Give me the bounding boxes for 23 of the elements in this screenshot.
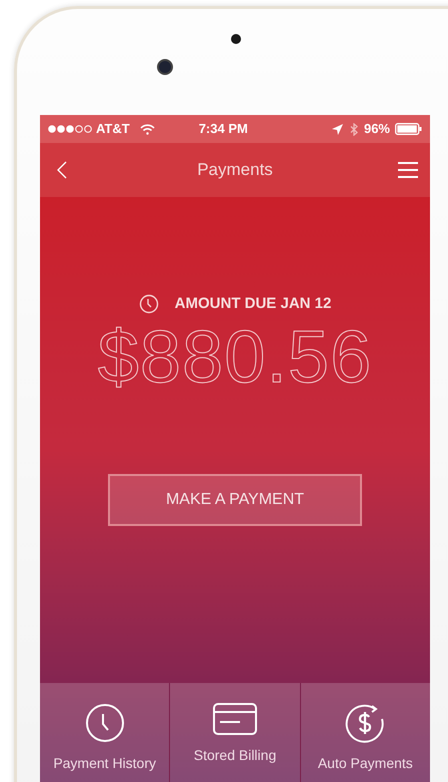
credit-card-icon [212,703,257,735]
screen-title: Payments [197,159,273,182]
dollar-refresh-icon [345,703,386,743]
back-chevron-icon [57,161,67,179]
clock-time: 7:34 PM [198,120,248,138]
wifi-icon [140,124,155,134]
menu-button[interactable] [398,161,418,179]
bluetooth-icon [350,122,358,136]
camera-lens [157,59,173,75]
carrier-name: AT&T [96,120,130,138]
amount-due: $880.56 [98,320,372,394]
tab-bar-item[interactable]: Stored Billing [169,683,300,782]
tab-bar-item[interactable]: Auto Payments [300,683,430,782]
due-date-label: AMOUNT DUE JAN 12 [174,294,332,314]
tab-bar-item[interactable]: Payment History [40,683,170,782]
battery-icon [395,123,422,135]
menu-icon [398,162,418,178]
clock-icon [84,703,125,743]
make-payment-button[interactable]: MAKE A PAYMENT [108,474,362,526]
clock-icon [138,294,159,314]
location-arrow-icon [330,122,344,136]
signal-icon [48,125,92,133]
battery-percent: 96% [364,120,390,138]
